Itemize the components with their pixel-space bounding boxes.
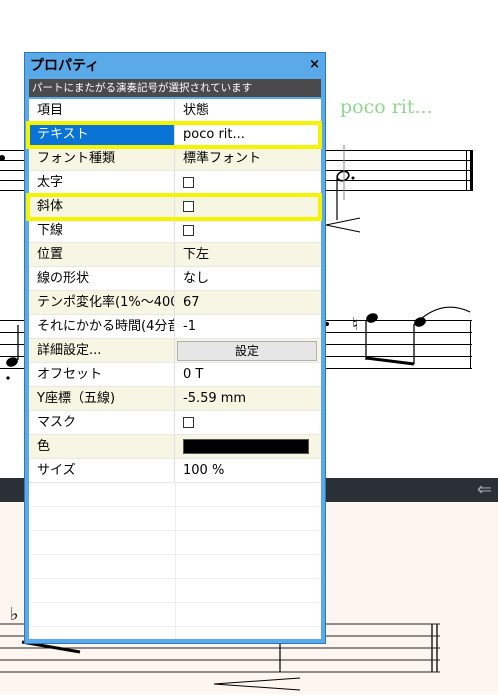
empty-row xyxy=(29,555,321,579)
property-key: テンポ変化率(1%～400%) xyxy=(29,291,175,314)
property-key: 位置 xyxy=(29,243,175,266)
property-row-line-shape[interactable]: 線の形状 なし xyxy=(29,267,321,291)
mask-checkbox[interactable] xyxy=(183,417,194,428)
property-key: 色 xyxy=(29,435,175,458)
empty-row xyxy=(29,531,321,555)
y-coord-value[interactable]: -5.59 mm xyxy=(175,387,321,410)
hairpin xyxy=(213,677,301,691)
note-head xyxy=(414,317,426,327)
panel-titlebar[interactable]: プロパティ × xyxy=(25,53,325,77)
empty-row xyxy=(29,603,321,627)
property-row-bold[interactable]: 太字 xyxy=(29,171,321,195)
property-key: オフセット xyxy=(29,363,175,386)
empty-row xyxy=(29,579,321,603)
property-key: マスク xyxy=(29,411,175,434)
half-note xyxy=(336,170,350,182)
property-row-underline[interactable]: 下線 xyxy=(29,219,321,243)
note-head xyxy=(6,357,18,367)
italic-checkbox[interactable] xyxy=(183,201,194,212)
property-key: 下線 xyxy=(29,219,175,242)
duration-value[interactable]: -1 xyxy=(175,315,321,338)
property-panel: プロパティ × パートにまたがる演奏記号が選択されています 項目 状態 テキスト… xyxy=(24,52,326,644)
font-value[interactable]: 標準フォント xyxy=(175,147,321,170)
empty-row xyxy=(29,627,321,639)
note-head-fragment xyxy=(0,155,5,161)
selection-status: パートにまたがる演奏記号が選択されています xyxy=(29,79,321,97)
size-value[interactable]: 100 % xyxy=(175,459,321,482)
property-row-mask[interactable]: マスク xyxy=(29,411,321,435)
flat-sign: ♭ xyxy=(10,604,19,625)
note-head xyxy=(366,313,378,323)
property-key: サイズ xyxy=(29,459,175,482)
property-row-offset[interactable]: オフセット 0 T xyxy=(29,363,321,387)
color-swatch[interactable] xyxy=(183,439,309,454)
underline-checkbox[interactable] xyxy=(183,225,194,236)
property-row-font[interactable]: フォント種類 標準フォント xyxy=(29,147,321,171)
property-row-y-coord[interactable]: Y座標（五線) -5.59 mm xyxy=(29,387,321,411)
panel-title: プロパティ xyxy=(30,58,100,74)
staccato-dot xyxy=(6,376,10,380)
property-row-color[interactable]: 色 xyxy=(29,435,321,459)
property-row-position[interactable]: 位置 下左 xyxy=(29,243,321,267)
header-key: 項目 xyxy=(29,99,175,122)
property-key: 斜体 xyxy=(29,195,175,218)
close-icon[interactable]: × xyxy=(309,57,320,72)
settings-button[interactable]: 設定 xyxy=(177,340,317,361)
tempo-rate-value[interactable]: 67 xyxy=(175,291,321,314)
back-arrow-icon[interactable]: ⇐ xyxy=(477,480,492,500)
grid-header: 項目 状態 xyxy=(29,99,321,123)
property-key: 詳細設定... xyxy=(29,339,175,362)
text-value-field[interactable]: poco rit... xyxy=(175,123,321,146)
empty-row xyxy=(29,507,321,531)
property-row-advanced[interactable]: 詳細設定... 設定 xyxy=(29,339,321,363)
offset-value[interactable]: 0 T xyxy=(175,363,321,386)
property-key: 太字 xyxy=(29,171,175,194)
property-row-italic[interactable]: 斜体 xyxy=(29,195,321,219)
bold-checkbox[interactable] xyxy=(183,177,194,188)
property-key: Y座標（五線) xyxy=(29,387,175,410)
position-value[interactable]: 下左 xyxy=(175,243,321,266)
slur xyxy=(421,306,471,319)
property-row-size[interactable]: サイズ 100 % xyxy=(29,459,321,483)
beam xyxy=(365,356,415,366)
natural-sign: ♮ xyxy=(352,314,358,335)
property-key: それにかかる時間(4分音符) xyxy=(29,315,175,338)
hairpin xyxy=(325,217,361,233)
property-key: 線の形状 xyxy=(29,267,175,290)
property-key: フォント種類 xyxy=(29,147,175,170)
line-shape-value[interactable]: なし xyxy=(175,267,321,290)
property-grid: 項目 状態 テキスト poco rit... フォント種類 標準フォント 太字 … xyxy=(29,99,321,639)
empty-row xyxy=(29,483,321,507)
property-row-tempo-rate[interactable]: テンポ変化率(1%～400%) 67 xyxy=(29,291,321,315)
property-key: テキスト xyxy=(29,123,175,146)
property-row-text[interactable]: テキスト poco rit... xyxy=(29,123,321,147)
augmentation-dot xyxy=(351,176,355,180)
header-value: 状態 xyxy=(183,103,210,118)
property-row-duration[interactable]: それにかかる時間(4分音符) -1 xyxy=(29,315,321,339)
